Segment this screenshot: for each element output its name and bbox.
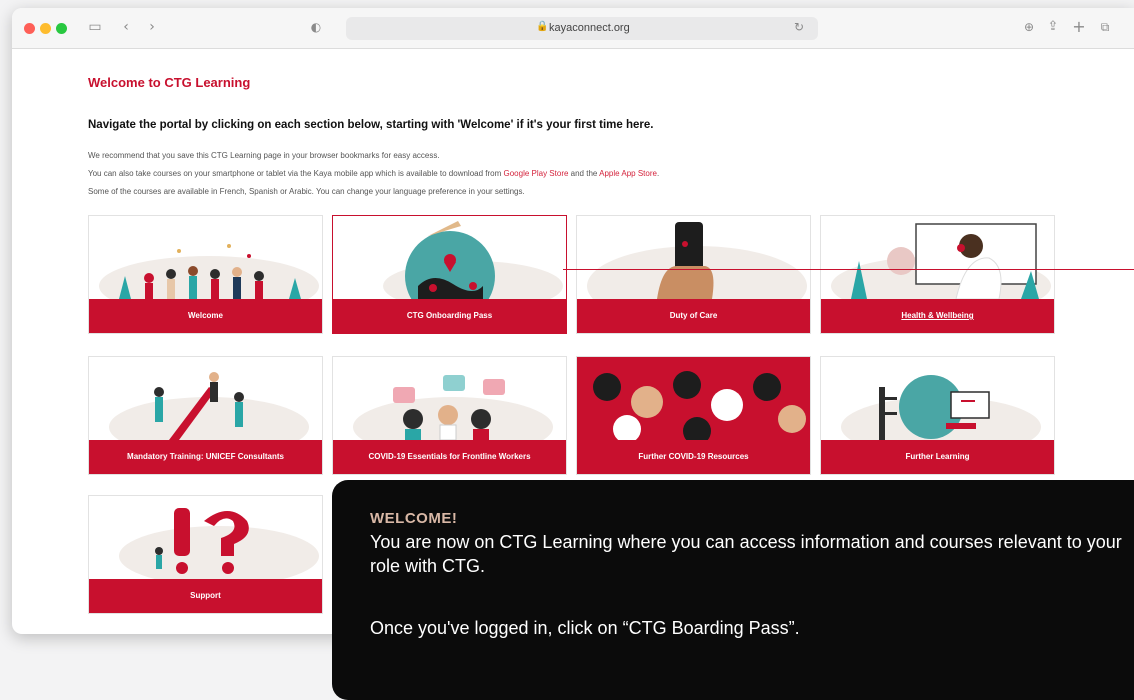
learning-globe-illustration: [841, 375, 1041, 440]
tile-support[interactable]: Support: [88, 495, 323, 614]
tile-label: Duty of Care: [577, 299, 810, 333]
google-play-link[interactable]: Google Play Store: [504, 169, 569, 178]
training-illustration: [109, 372, 309, 440]
privacy-shield-icon[interactable]: ◐: [308, 16, 324, 38]
tile-health-wellbeing[interactable]: Health & Wellbeing: [820, 215, 1055, 334]
tile-welcome[interactable]: Welcome: [88, 215, 323, 334]
minimize-window-button[interactable]: [40, 23, 51, 34]
info-line-language: Some of the courses are available in Fre…: [88, 187, 525, 196]
callout-instruction: Once you've logged in, click on “CTG Boa…: [370, 618, 800, 638]
browser-toolbar: ▭ ‹ › ◐ 🔒 kayaconnect.org ↻ ⊕ ⇪ + ⧉: [12, 8, 1134, 49]
wellbeing-illustration: [831, 223, 1051, 299]
tile-label-link[interactable]: Health & Wellbeing: [901, 311, 973, 320]
apple-app-store-link[interactable]: Apple App Store: [599, 169, 657, 178]
lock-icon: 🔒: [536, 21, 549, 32]
crowd-illustration: [577, 357, 810, 440]
address-bar[interactable]: 🔒 kayaconnect.org ↻: [346, 17, 818, 40]
info-mobile-end: .: [656, 169, 660, 178]
tile-covid-essentials[interactable]: COVID-19 Essentials for Frontline Worker…: [332, 356, 567, 475]
tile-duty-of-care[interactable]: Duty of Care: [576, 215, 811, 334]
callout-body: You are now on CTG Learning where you ca…: [370, 532, 1122, 576]
sidebar-icon[interactable]: ▭: [84, 16, 106, 38]
reload-icon[interactable]: ↻: [794, 20, 804, 34]
tile-label: CTG Onboarding Pass: [333, 299, 566, 333]
welcome-callout: WELCOME! You are now on CTG Learning whe…: [332, 480, 1134, 700]
info-mobile-and: and the: [568, 169, 600, 178]
zoom-window-button[interactable]: [56, 23, 67, 34]
tile-label: Further Learning: [821, 440, 1054, 474]
forward-icon[interactable]: ›: [144, 16, 160, 38]
tile-label: Health & Wellbeing: [821, 299, 1054, 333]
tile-further-covid-resources[interactable]: Further COVID-19 Resources: [576, 356, 811, 475]
close-window-button[interactable]: [24, 23, 35, 34]
phone-in-hand-illustration: [587, 222, 807, 299]
navigation-heading: Navigate the portal by clicking on each …: [88, 119, 654, 131]
address-bar-url: kayaconnect.org: [549, 22, 630, 34]
tile-label: Support: [89, 579, 322, 613]
welcome-illustration: [99, 244, 319, 299]
support-illustration: [119, 508, 319, 579]
info-line-mobile: You can also take courses on your smartp…: [88, 169, 659, 178]
tile-label: Welcome: [89, 299, 322, 333]
tile-label: Mandatory Training: UNICEF Consultants: [89, 440, 322, 474]
tile-ctg-onboarding-pass[interactable]: CTG Onboarding Pass: [332, 215, 567, 334]
info-mobile-text: You can also take courses on your smartp…: [88, 169, 504, 178]
share-icon[interactable]: ⇪: [1044, 16, 1062, 38]
info-line-bookmarks: We recommend that you save this CTG Lear…: [88, 151, 440, 160]
back-icon[interactable]: ‹: [118, 16, 134, 38]
tile-label: COVID-19 Essentials for Frontline Worker…: [333, 440, 566, 474]
new-tab-icon[interactable]: +: [1070, 16, 1088, 38]
covid-essentials-illustration: [353, 375, 553, 440]
callout-pointer-line: [563, 269, 1134, 270]
tab-overview-icon[interactable]: ⧉: [1096, 16, 1114, 38]
callout-title: WELCOME!: [370, 510, 458, 527]
tile-mandatory-training-unicef[interactable]: Mandatory Training: UNICEF Consultants: [88, 356, 323, 475]
tile-label: Further COVID-19 Resources: [577, 440, 810, 474]
onboarding-globe-illustration: [383, 221, 563, 299]
tile-further-learning[interactable]: Further Learning: [820, 356, 1055, 475]
page-title: Welcome to CTG Learning: [88, 75, 251, 90]
downloads-icon[interactable]: ⊕: [1020, 16, 1038, 38]
